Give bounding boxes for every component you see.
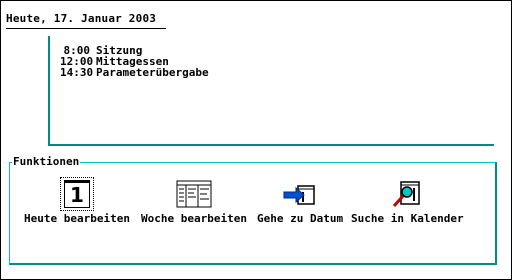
search-calendar-button[interactable]: Suche in Kalender [351,178,464,225]
edit-week-label: Woche bearbeiten [141,212,247,225]
go-to-date-button[interactable]: Gehe zu Datum [257,178,343,225]
functions-group-title: Funktionen [12,155,81,168]
header-divider [6,28,166,29]
edit-today-label: Heute bearbeiten [24,212,130,225]
calendar-week-icon [176,180,212,208]
appointment-list: 8:00 Sitzung 12:00 Mittagessen 14:30 Par… [60,45,209,78]
search-calendar-label: Suche in Kalender [351,212,464,225]
date-header: Heute, 17. Januar 2003 [6,12,157,25]
appointment-time: 14:30 [60,66,94,79]
appointment-item[interactable]: 14:30 Parameterübergabe [60,67,209,78]
search-calendar-icon [393,181,421,208]
edit-week-button[interactable]: Woche bearbeiten [141,178,247,225]
go-to-date-label: Gehe zu Datum [257,212,344,225]
appointment-title: Parameterübergabe [96,66,209,79]
calendar-day-icon: 1 [59,177,94,211]
goto-date-icon [283,185,315,205]
edit-today-button[interactable]: 1 Heute bearbeiten [24,177,130,225]
